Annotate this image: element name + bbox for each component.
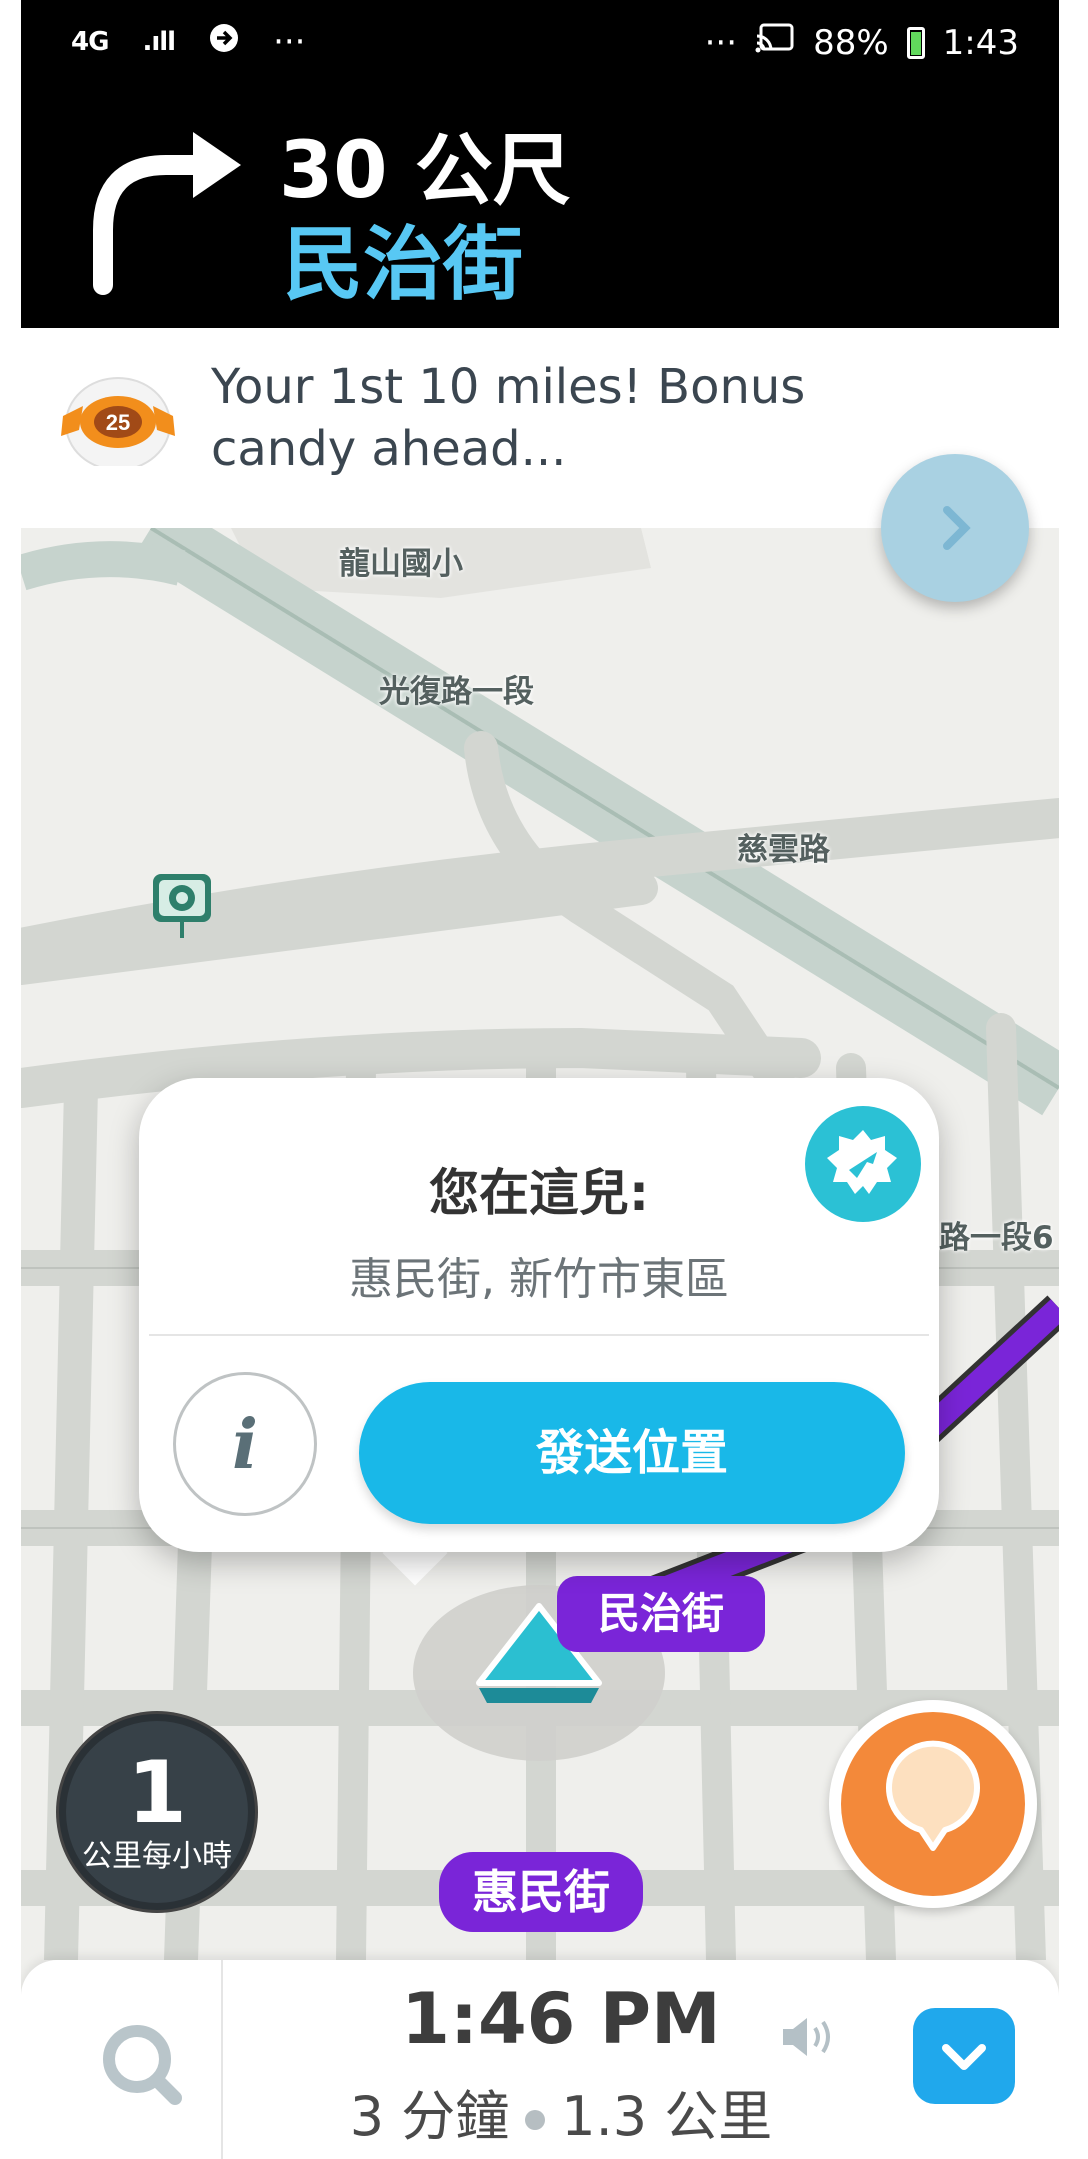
- search-button[interactable]: [21, 1960, 223, 2159]
- separator-dot: [525, 2110, 546, 2131]
- candy-value: 25: [106, 410, 130, 435]
- location-popup: 您在這兒: 惠民街, 新竹市東區 i 發送位置: [139, 1078, 939, 1552]
- candy-icon: 25: [61, 377, 175, 466]
- popup-divider: [149, 1334, 929, 1336]
- trip-summary: 3 分鐘 1.3 公里: [221, 2072, 901, 2151]
- popup-address: 惠民街, 新竹市東區: [349, 1254, 729, 1305]
- chevron-right-icon: [943, 506, 971, 550]
- turn-street-name: 民治街: [283, 218, 523, 311]
- route-street-pill: 民治街: [557, 1576, 765, 1652]
- status-bar: 4G .ıll ··· ··· 88% 1:43: [21, 18, 1059, 68]
- battery-percent: 88%: [813, 22, 889, 63]
- speed-unit: 公里每小時: [82, 1839, 232, 1874]
- navigation-header[interactable]: 4G .ıll ··· ··· 88% 1:43 30 公尺 民治街: [21, 0, 1059, 328]
- banner-next-button[interactable]: [881, 454, 1029, 602]
- share-gear-icon: [827, 1130, 897, 1194]
- expand-trip-button[interactable]: [913, 2008, 1015, 2104]
- map-label-school: 龍山國小: [339, 546, 463, 582]
- battery-icon: [906, 26, 925, 59]
- network-type: 4G: [71, 27, 109, 57]
- navigation-indicator-icon: [209, 22, 239, 62]
- app-frame: 4G .ıll ··· ··· 88% 1:43 30 公尺 民治街 25 Yo…: [21, 0, 1059, 2159]
- share-drive-button[interactable]: [805, 1106, 921, 1222]
- trip-duration: 3 分鐘: [349, 2085, 510, 2148]
- report-pin-icon: [886, 1740, 980, 1851]
- search-icon: [103, 2025, 182, 2105]
- sound-icon[interactable]: [779, 2014, 839, 2060]
- bottom-bar: 1:46 PM 3 分鐘 1.3 公里: [21, 1960, 1059, 2159]
- speedometer: 1 公里每小時: [59, 1714, 255, 1910]
- current-street-pill: 惠民街: [439, 1852, 643, 1932]
- signal-icon: .ıll: [142, 27, 176, 57]
- status-more-icon: ···: [704, 22, 738, 63]
- trip-distance: 1.3 公里: [561, 2085, 773, 2148]
- map-label-guangfu-road: 光復路一段: [379, 674, 534, 710]
- map-label-ciyun-road: 慈雲路: [737, 832, 830, 868]
- turn-right-icon: [93, 132, 241, 295]
- send-location-button[interactable]: 發送位置: [359, 1382, 905, 1524]
- banner-message: Your 1st 10 miles! Bonus candy ahead...: [211, 359, 806, 477]
- map-label-road-segment: 路一段6: [939, 1220, 1054, 1256]
- notification-more-icon: ···: [273, 22, 306, 62]
- info-button[interactable]: i: [173, 1372, 317, 1516]
- speed-value: 1: [127, 1743, 187, 1843]
- chevron-down-icon: [942, 2044, 986, 2070]
- cast-icon: [755, 22, 795, 63]
- clock: 1:43: [942, 22, 1019, 63]
- report-button[interactable]: [829, 1700, 1037, 1908]
